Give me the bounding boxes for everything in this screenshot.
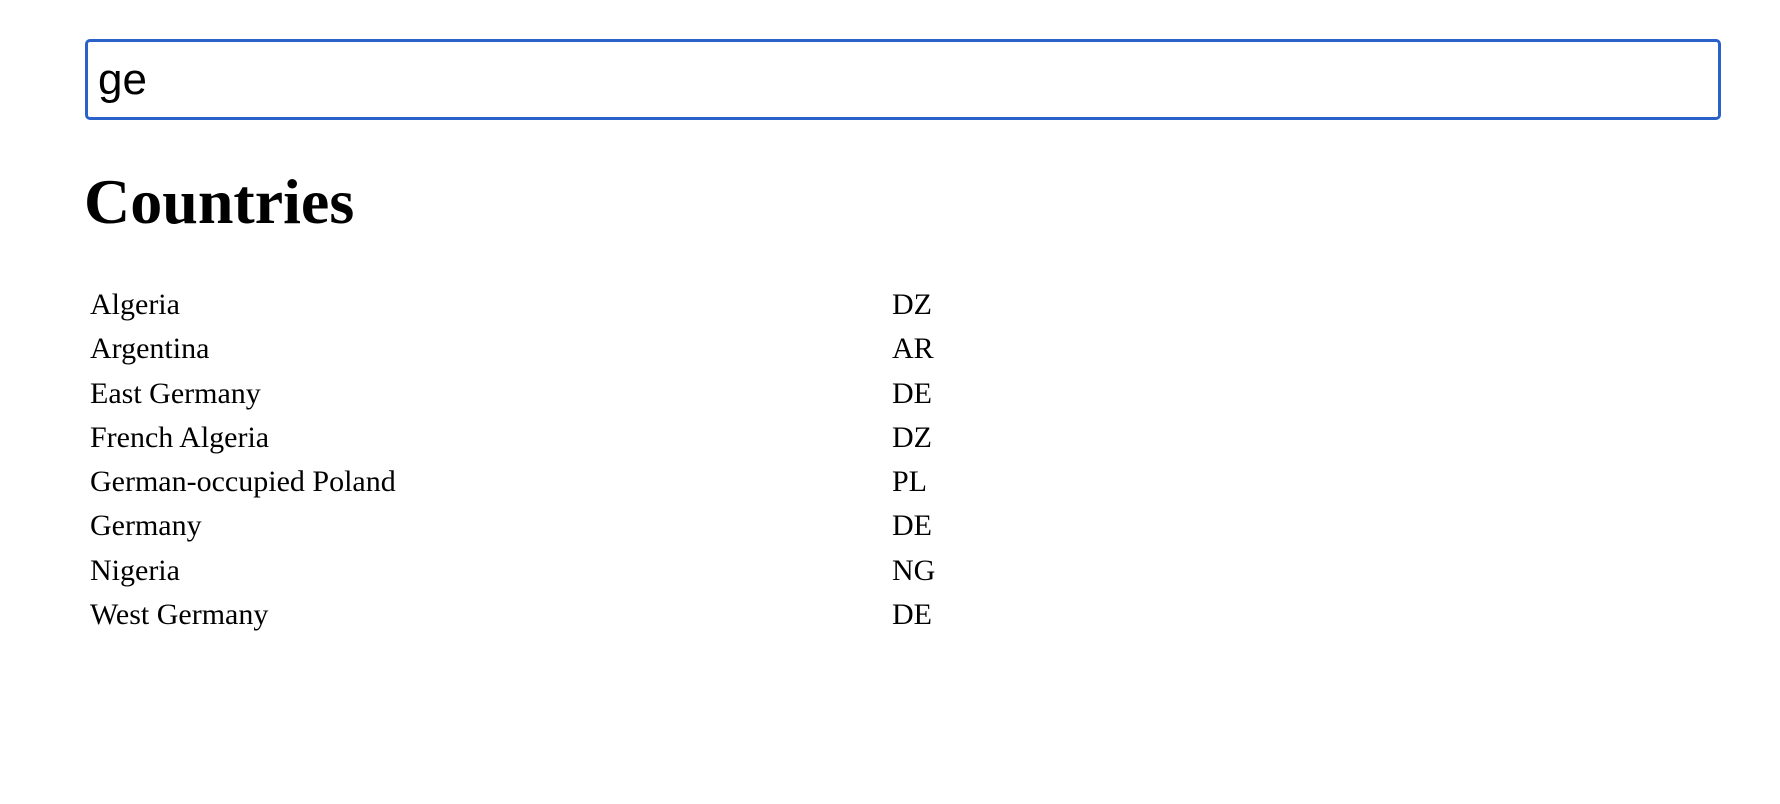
country-name: Germany	[90, 509, 202, 543]
page-title: Countries	[84, 166, 355, 237]
country-name: West Germany	[90, 598, 269, 632]
table-row: Germany DE	[87, 504, 938, 548]
country-code: DE	[892, 509, 932, 543]
countries-table-body: Algeria DZ Argentina AR East Germany DE …	[87, 283, 938, 637]
country-name: French Algeria	[90, 420, 270, 454]
country-name: Algeria	[90, 288, 180, 321]
search-field-wrapper	[85, 39, 1721, 120]
country-name: Nigeria	[90, 553, 180, 587]
page: Countries Algeria DZ Argentina AR East G…	[0, 0, 1780, 804]
table-row: West Germany DE	[87, 593, 938, 637]
countries-table: Algeria DZ Argentina AR East Germany DE …	[87, 283, 938, 637]
country-code: PL	[892, 465, 928, 499]
country-code: DZ	[892, 420, 932, 454]
table-row: German-occupied Poland PL	[87, 460, 938, 504]
country-name: Argentina	[90, 332, 210, 366]
table-row: Argentina AR	[87, 327, 938, 371]
table-row: Algeria DZ	[87, 283, 938, 327]
country-code: AR	[892, 332, 934, 366]
country-name: East Germany	[90, 376, 261, 410]
country-code: DZ	[892, 288, 932, 321]
table-row: French Algeria DZ	[87, 416, 938, 460]
country-name: German-occupied Poland	[90, 465, 396, 499]
country-code: DE	[892, 376, 932, 410]
table-row: Nigeria NG	[87, 549, 938, 593]
search-input[interactable]	[85, 39, 1721, 120]
country-code: NG	[892, 553, 936, 587]
country-code: DE	[892, 598, 932, 632]
table-row: East Germany DE	[87, 372, 938, 416]
